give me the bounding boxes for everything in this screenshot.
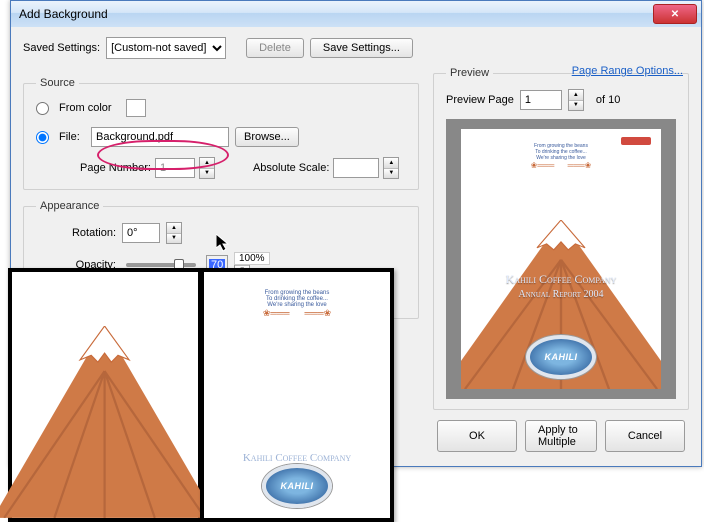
- preview-page: From growing the beans To drinking the c…: [461, 129, 661, 389]
- absolute-scale-label: Absolute Scale:: [253, 162, 329, 174]
- thumbnail-badge: KAHILI: [262, 464, 332, 508]
- saved-settings-label: Saved Settings:: [23, 42, 100, 54]
- delete-button[interactable]: Delete: [246, 38, 304, 58]
- preview-page-spinner[interactable]: ▲▼: [568, 89, 584, 111]
- from-color-label: From color: [59, 102, 112, 114]
- source-legend: Source: [36, 77, 79, 89]
- overlay-thumbnail-mountain: [8, 268, 202, 522]
- rotation-field[interactable]: [122, 223, 160, 243]
- color-swatch[interactable]: [126, 99, 146, 117]
- titlebar[interactable]: Add Background ✕: [11, 1, 701, 27]
- source-fieldset: Source From color File: Browse...: [23, 77, 419, 190]
- preview-page-of: of 10: [596, 94, 620, 106]
- browse-button[interactable]: Browse...: [235, 127, 299, 147]
- close-icon[interactable]: ✕: [653, 4, 697, 24]
- thumbnail-title: Kahili Coffee Company: [204, 452, 390, 464]
- rotation-spinner[interactable]: ▲▼: [166, 222, 182, 244]
- file-field[interactable]: [91, 127, 229, 147]
- preview-page-field[interactable]: [520, 90, 562, 110]
- opacity-slider[interactable]: [126, 263, 196, 267]
- preview-page-label: Preview Page: [446, 94, 514, 106]
- preview-legend: Preview: [446, 67, 493, 79]
- page-number-field[interactable]: [155, 158, 195, 178]
- file-label: File:: [59, 131, 85, 143]
- bottom-button-row: OK Apply to Multiple Cancel: [433, 410, 689, 452]
- appearance-legend: Appearance: [36, 200, 103, 212]
- page-number-label: Page Number:: [80, 162, 151, 174]
- page-number-spinner[interactable]: ▲▼: [199, 157, 215, 179]
- file-radio[interactable]: [36, 131, 49, 144]
- overlay-thumbnail-report: From growing the beans To drinking the c…: [200, 268, 394, 522]
- page-range-options-link[interactable]: Page Range Options...: [572, 65, 683, 77]
- saved-settings-row: Saved Settings: [Custom-not saved] Delet…: [23, 37, 689, 59]
- absolute-scale-field[interactable]: [333, 158, 379, 178]
- saved-settings-combo[interactable]: [Custom-not saved]: [106, 37, 226, 59]
- kahili-badge: KAHILI: [526, 335, 596, 379]
- preview-title: Kahili Coffee Company Annual Report 2004: [461, 272, 661, 300]
- preview-fieldset: Preview Preview Page ▲▼ of 10 From growi…: [433, 67, 689, 410]
- apply-to-multiple-button[interactable]: Apply to Multiple: [525, 420, 597, 452]
- ok-button[interactable]: OK: [437, 420, 517, 452]
- window-title: Add Background: [19, 7, 108, 21]
- save-settings-button[interactable]: Save Settings...: [310, 38, 413, 58]
- preview-surface: From growing the beans To drinking the c…: [446, 119, 676, 399]
- absolute-scale-spinner[interactable]: ▲▼: [383, 157, 399, 179]
- preview-tagline: From growing the beans To drinking the c…: [461, 143, 661, 170]
- opacity-tooltip: 100%: [234, 252, 270, 265]
- from-color-radio[interactable]: [36, 102, 49, 115]
- rotation-label: Rotation:: [36, 227, 116, 239]
- cancel-button[interactable]: Cancel: [605, 420, 685, 452]
